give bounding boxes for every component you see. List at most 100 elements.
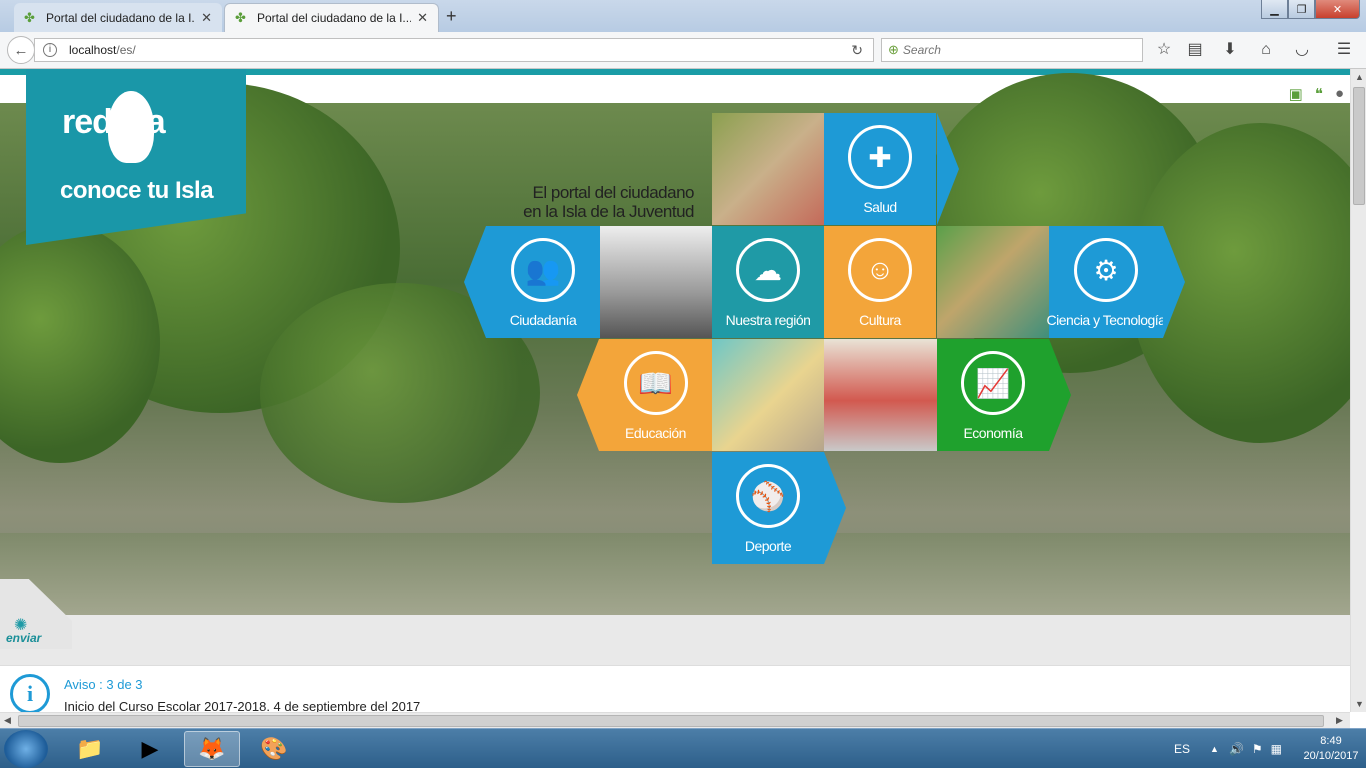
url-host: localhost — [69, 43, 117, 57]
tile-ciencia-tecnologia[interactable]: ⚙ Ciencia y Tecnología — [1046, 226, 1166, 338]
search-input[interactable] — [902, 43, 1123, 57]
tile-deporte[interactable]: ⚾ Deporte — [712, 452, 824, 564]
tab-title: Portal del ciudadano de la I... — [46, 10, 196, 25]
minimize-button[interactable]: ▁ — [1261, 0, 1288, 19]
back-button[interactable]: ← — [7, 36, 35, 64]
pocket-icon[interactable]: ◡ — [1292, 40, 1312, 60]
arrow-decoration — [1163, 226, 1185, 338]
vertical-scroll-thumb[interactable] — [1353, 87, 1365, 205]
tile-label: Nuestra región — [725, 312, 811, 328]
network-icon[interactable]: ▦ — [1271, 742, 1282, 756]
close-tab-icon[interactable]: ✕ — [417, 10, 428, 26]
scroll-up-icon[interactable]: ▲ — [1355, 72, 1364, 82]
scroll-left-icon[interactable]: ◀ — [4, 715, 11, 726]
info-icon[interactable]: i — [43, 43, 57, 57]
tile-salud[interactable]: ✚ Salud — [824, 113, 936, 225]
language-indicator[interactable]: ES — [1174, 742, 1190, 756]
building-photo — [824, 339, 937, 451]
notice-text[interactable]: Inicio del Curso Escolar 2017-2018. 4 de… — [64, 699, 420, 712]
user-icon[interactable]: ● — [1335, 85, 1344, 103]
close-window-button[interactable]: ✕ — [1315, 0, 1360, 19]
photo-tile — [712, 113, 824, 225]
tab-bar: ✤ Portal del ciudadano de la I... ✕ ✤ Po… — [0, 0, 1366, 32]
horizontal-scrollbar[interactable]: ◀ ▶ — [0, 712, 1350, 728]
reload-icon[interactable]: ↻ — [851, 42, 863, 59]
tile-label: Educación — [625, 425, 686, 441]
browser-tab-1[interactable]: ✤ Portal del ciudadano de la I... ✕ — [14, 3, 222, 32]
search-box[interactable]: ⊕ — [881, 38, 1143, 62]
tile-educacion[interactable]: 📖 Educación — [599, 339, 712, 451]
tagline-line-1: El portal del ciudadano — [532, 183, 695, 202]
tile-ciudadania[interactable]: 👥 Ciudadanía — [486, 226, 600, 338]
tagline-line-2: en la Isla de la Juventud — [523, 202, 694, 221]
site-favicon-icon: ✤ — [24, 9, 35, 25]
logo-title: red sla — [62, 103, 166, 141]
photo-tile — [600, 226, 712, 338]
arrow-decoration — [577, 339, 599, 451]
windows-taskbar: 📁 ▶ 🦊 🎨 ES ▲ 🔊 ⚑ ▦ 8:49 20/10/2017 — [0, 728, 1366, 768]
media-player-icon[interactable]: ▶ — [122, 731, 178, 767]
tab-title: Portal del ciudadano de la I... — [257, 11, 412, 25]
browser-tab-2-active[interactable]: ✤ Portal del ciudadano de la I... ✕ — [224, 3, 439, 32]
people-icon: 👥 — [511, 238, 575, 302]
navigation-bar: ← i localhost/es/ ↻ ⊕ ☆ ▤ ⬇ ⌂ ◡ ☰ — [0, 32, 1366, 69]
chat-icon[interactable]: ❝ — [1315, 85, 1323, 103]
gears-flask-icon: ⚙ — [1074, 238, 1138, 302]
info-icon: i — [10, 674, 50, 712]
close-tab-icon[interactable]: ✕ — [201, 10, 212, 26]
scroll-right-icon[interactable]: ▶ — [1336, 715, 1343, 726]
top-strip-icons: ▣ ❝ ● — [1289, 85, 1344, 103]
home-icon[interactable]: ⌂ — [1256, 40, 1276, 60]
clock[interactable]: 8:49 20/10/2017 — [1296, 734, 1366, 764]
clock-time: 8:49 — [1320, 735, 1342, 747]
tile-cultura[interactable]: ☺ Cultura — [824, 226, 936, 338]
arrow-decoration — [937, 113, 959, 225]
tile-label: Salud — [863, 199, 897, 215]
gallery-icon[interactable]: ▣ — [1289, 85, 1303, 103]
page-viewport: ▣ ❝ ● El portal del ciudadano en la Isla… — [0, 69, 1350, 712]
new-tab-button[interactable]: + — [446, 6, 457, 27]
photo-tile — [937, 226, 1049, 338]
tile-label: Economía — [963, 425, 1023, 441]
menu-icon[interactable]: ☰ — [1334, 40, 1354, 60]
park-ground — [0, 533, 1350, 615]
growth-chart-icon: 📈 — [961, 351, 1025, 415]
vertical-scrollbar[interactable]: ▲ ▼ — [1350, 69, 1366, 712]
island-map-icon: ☁ — [736, 238, 800, 302]
url-text[interactable]: localhost/es/ — [69, 43, 136, 57]
start-button[interactable] — [4, 730, 48, 768]
show-hidden-icons-icon[interactable]: ▲ — [1210, 744, 1219, 754]
scroll-down-icon[interactable]: ▼ — [1355, 699, 1364, 709]
tile-label: Deporte — [744, 538, 792, 554]
flag-alert-icon[interactable]: ⚑ — [1252, 742, 1263, 756]
notice-panel: i Aviso : 3 de 3 Inicio del Curso Escola… — [0, 665, 1350, 712]
arrow-decoration — [464, 226, 486, 338]
tile-nuestra-region[interactable]: ☁ Nuestra región — [712, 226, 824, 338]
url-path: /es/ — [116, 43, 136, 57]
tile-label: Ciencia y Tecnología — [1046, 312, 1166, 328]
medical-kit-icon: ✚ — [848, 125, 912, 189]
site-favicon-icon: ✤ — [235, 10, 246, 25]
reading-list-icon[interactable]: ▤ — [1185, 40, 1205, 60]
system-tray: ES ▲ 🔊 ⚑ ▦ 8:49 20/10/2017 — [1174, 729, 1366, 769]
volume-icon[interactable]: 🔊 — [1229, 742, 1244, 756]
enviar-label: enviar — [6, 631, 42, 645]
theater-masks-icon: ☺ — [848, 238, 912, 302]
firefox-icon[interactable]: 🦊 — [184, 731, 240, 767]
download-icon[interactable]: ⬇ — [1220, 40, 1240, 60]
book-icon: 📖 — [623, 351, 688, 415]
file-explorer-icon[interactable]: 📁 — [62, 731, 118, 767]
search-engine-icon: ⊕ — [888, 42, 899, 57]
tile-economia[interactable]: 📈 Economía — [937, 339, 1049, 451]
notice-title[interactable]: Aviso : 3 de 3 — [64, 677, 143, 692]
arrow-decoration — [1049, 339, 1071, 451]
horizontal-scroll-thumb[interactable] — [18, 715, 1324, 727]
clock-date: 20/10/2017 — [1303, 750, 1359, 762]
url-bar[interactable]: i localhost/es/ ↻ — [34, 38, 874, 62]
maximize-button[interactable]: ❐ — [1288, 0, 1315, 19]
site-tagline: El portal del ciudadano en la Isla de la… — [508, 183, 694, 221]
paint-icon[interactable]: 🎨 — [246, 731, 302, 767]
bookmark-star-icon[interactable]: ☆ — [1154, 40, 1174, 60]
photo-tile — [712, 339, 824, 451]
baseball-icon: ⚾ — [736, 464, 800, 528]
